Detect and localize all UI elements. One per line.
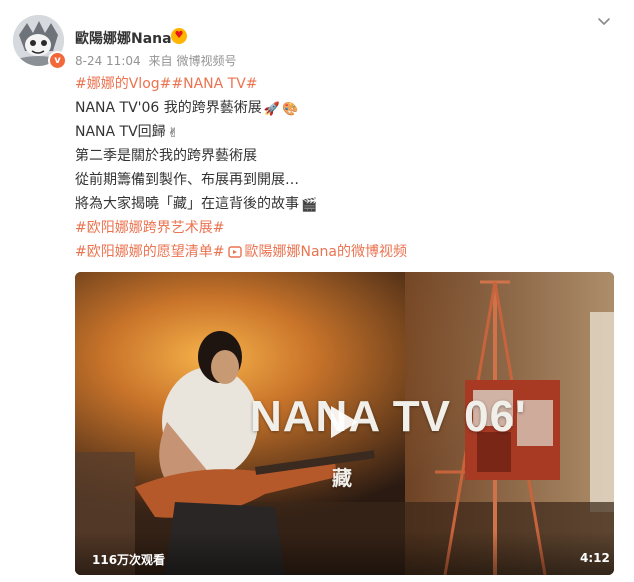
post-text: NANA TV回歸 xyxy=(75,124,166,140)
topic-link[interactable]: #NANA TV# xyxy=(171,76,257,92)
post-text: 從前期籌備到製作、布展再到開展… xyxy=(75,172,299,188)
palette-emoji: 🎨 xyxy=(281,102,299,117)
post-text: NANA TV'06 我的跨界藝術展 xyxy=(75,100,262,116)
post-line: 第二季是關於我的跨界藝術展 xyxy=(75,144,615,168)
post-text: 將為大家揭曉「藏」在這背後的故事 xyxy=(75,196,299,212)
chevron-down-icon[interactable] xyxy=(596,14,612,30)
source-prefix: 来自 xyxy=(148,54,173,68)
post-line: NANA TV'06 我的跨界藝術展 🚀 🎨 xyxy=(75,96,615,120)
victory-hand-emoji: ✌ xyxy=(167,126,179,141)
post-line: 從前期籌備到製作、布展再到開展… xyxy=(75,168,615,192)
video-player[interactable]: NANA TV 06' 藏 116万次观看 4:12 xyxy=(75,272,614,575)
video-title: NANA TV 06' xyxy=(250,392,527,441)
post-line: #欧阳娜娜的愿望清单# 歐陽娜娜Nana的微博视频 xyxy=(75,240,615,264)
vip-badge-icon[interactable]: ♥ xyxy=(171,28,187,44)
topic-link[interactable]: #娜娜的Vlog# xyxy=(75,76,171,92)
video-link[interactable]: 歐陽娜娜Nana的微博视频 xyxy=(244,244,407,260)
username[interactable]: 歐陽娜娜Nana xyxy=(75,28,172,48)
post-text: 第二季是關於我的跨界藝術展 xyxy=(75,148,257,164)
play-icon[interactable] xyxy=(327,403,361,441)
rocket-emoji: 🚀 xyxy=(263,102,280,117)
clapper-emoji: 🎬 xyxy=(301,198,318,213)
post-source[interactable]: 微博视频号 xyxy=(176,54,236,68)
post-line: #娜娜的Vlog##NANA TV# xyxy=(75,72,615,96)
video-link-icon xyxy=(228,246,243,258)
post-body: #娜娜的Vlog##NANA TV# NANA TV'06 我的跨界藝術展 🚀 🎨 NA… xyxy=(75,72,615,264)
verified-badge-icon: v xyxy=(48,51,67,70)
topic-link[interactable]: #欧阳娜娜的愿望清单# xyxy=(75,244,224,260)
video-subtitle: 藏 xyxy=(332,466,352,490)
topic-link[interactable]: #欧阳娜娜跨界艺术展# xyxy=(75,220,224,236)
post-line: NANA TV回歸 ✌ xyxy=(75,120,615,144)
post-time[interactable]: 8-24 11:04 xyxy=(75,54,141,68)
post-meta: 8-24 11:04 来自 微博视频号 xyxy=(75,52,237,69)
view-count: 116万次观看 xyxy=(92,553,166,567)
video-duration: 4:12 xyxy=(580,551,610,565)
post-line: 將為大家揭曉「藏」在這背後的故事 🎬 xyxy=(75,192,615,216)
post-line: #欧阳娜娜跨界艺术展# xyxy=(75,216,615,240)
